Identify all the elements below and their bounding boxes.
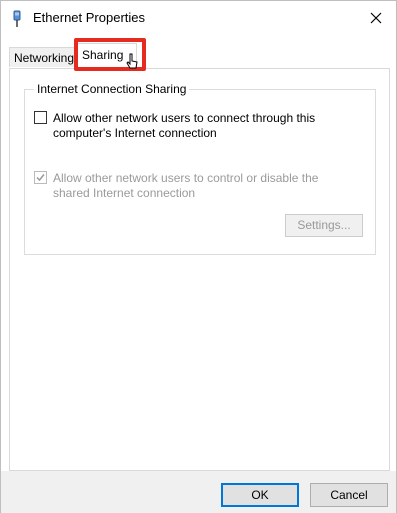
sharing-panel: Internet Connection Sharing Allow other …	[9, 68, 390, 471]
allow-control-checkbox	[34, 171, 47, 184]
allow-control-label: Allow other network users to control or …	[53, 171, 319, 200]
tab-sharing[interactable]: Sharing	[75, 43, 137, 69]
allow-connect-checkbox[interactable]	[34, 111, 47, 124]
close-button[interactable]	[362, 5, 390, 31]
checkmark-icon	[36, 174, 45, 182]
close-icon	[370, 12, 382, 24]
tab-strip: Networking Sharing	[9, 43, 390, 69]
tab-networking[interactable]: Networking	[9, 47, 75, 67]
window-title: Ethernet Properties	[33, 10, 146, 25]
allow-connect-label[interactable]: Allow other network users to connect thr…	[53, 111, 343, 141]
ok-button[interactable]: OK	[221, 483, 299, 507]
ethernet-properties-dialog: Ethernet Properties Networking Sharing I…	[0, 0, 397, 513]
network-adapter-icon	[11, 10, 23, 28]
title-bar[interactable]: Ethernet Properties	[1, 1, 396, 37]
group-title: Internet Connection Sharing	[34, 82, 190, 96]
settings-button: Settings...	[285, 214, 363, 237]
cancel-button[interactable]: Cancel	[310, 483, 388, 507]
dialog-footer: OK Cancel	[1, 471, 396, 513]
